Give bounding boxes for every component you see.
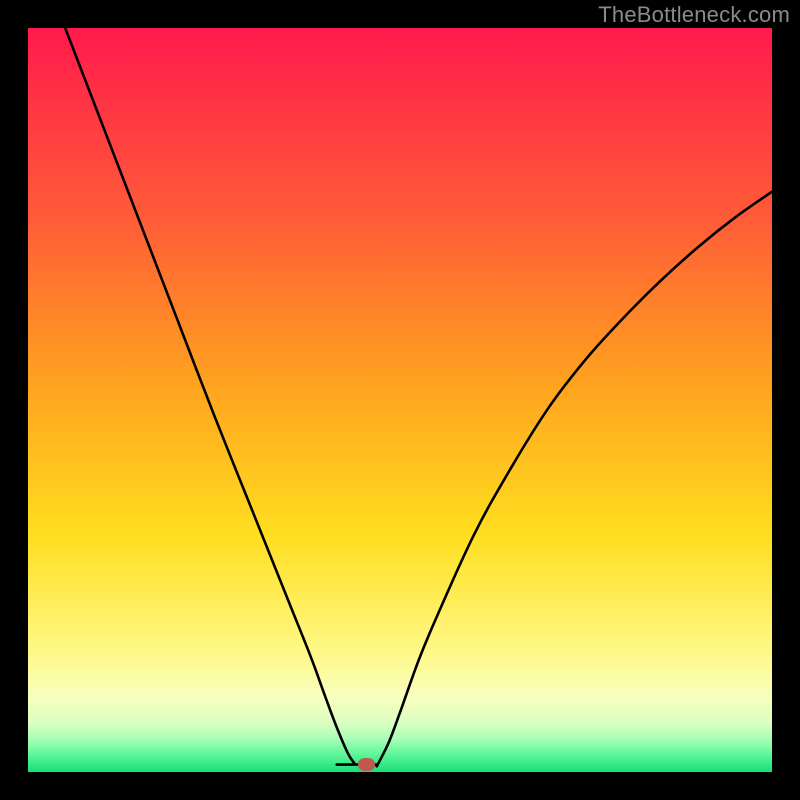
bottleneck-curve — [28, 28, 772, 772]
plot-area — [28, 28, 772, 772]
watermark-text: TheBottleneck.com — [598, 2, 790, 28]
optimum-marker — [358, 758, 375, 771]
chart-frame: TheBottleneck.com — [0, 0, 800, 800]
